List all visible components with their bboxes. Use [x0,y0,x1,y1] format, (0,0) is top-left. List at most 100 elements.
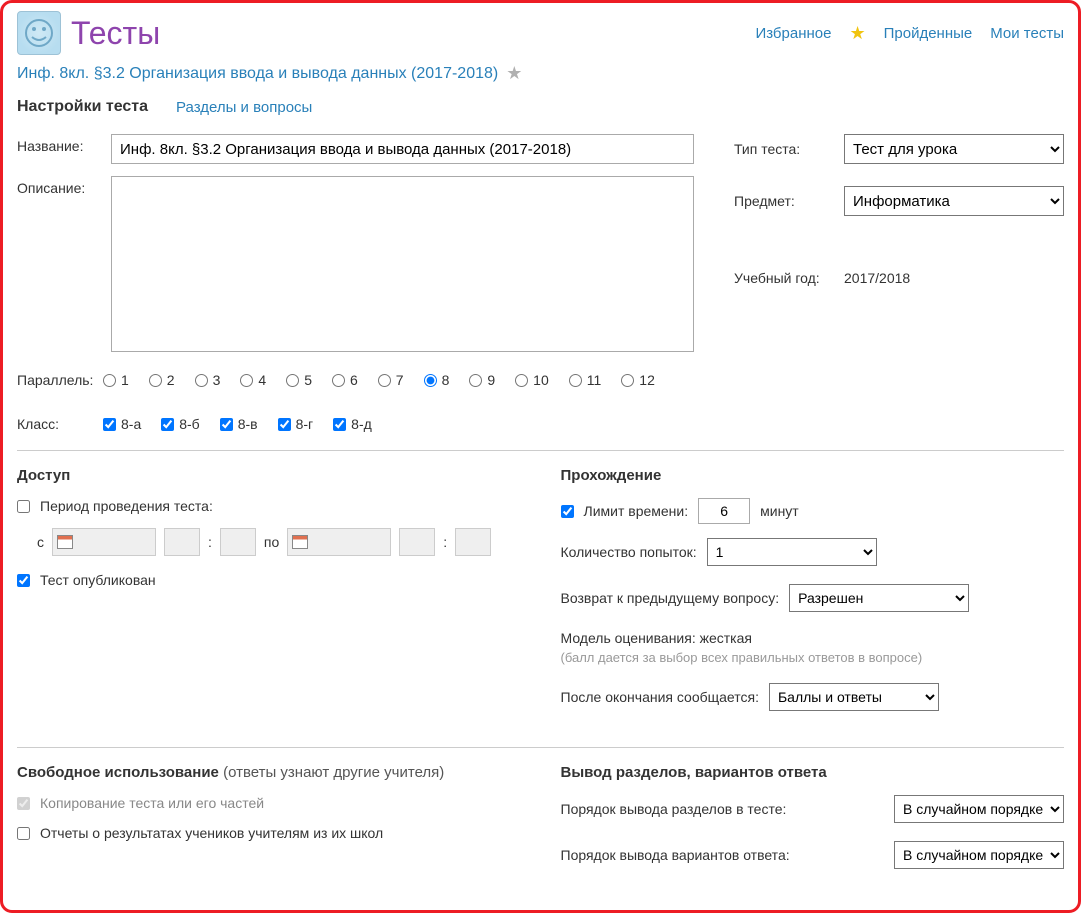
radio-parallel-input-9[interactable] [469,374,482,387]
radio-parallel-label: 8 [442,372,450,388]
calendar-icon [57,535,73,549]
label-class: Класс: [17,416,95,432]
radio-parallel-7[interactable]: 7 [378,372,404,388]
heading-passing: Прохождение [561,467,1065,484]
radio-parallel-label: 11 [587,372,602,388]
link-my-tests[interactable]: Мои тесты [990,25,1064,42]
radio-parallel-input-12[interactable] [621,374,634,387]
radio-parallel-2[interactable]: 2 [149,372,175,388]
checkbox-class-8-г[interactable]: 8-г [278,416,314,432]
label-published: Тест опубликован [40,572,156,588]
radio-parallel-input-4[interactable] [240,374,253,387]
radio-parallel-label: 4 [258,372,266,388]
radio-parallel-label: 3 [213,372,221,388]
checkbox-class-label: 8-д [351,416,372,432]
label-subject: Предмет: [734,193,832,209]
radio-parallel-label: 2 [167,372,175,388]
label-minutes: минут [760,503,799,519]
select-answers-order[interactable]: В случайном порядке [894,841,1064,869]
checkbox-class-label: 8-г [296,416,314,432]
label-grading-model: Модель оценивания: жесткая [561,630,1065,646]
logo-icon [17,11,61,55]
checkbox-copy [17,797,30,810]
select-subject[interactable]: Информатика [844,186,1064,216]
link-passed[interactable]: Пройденные [884,25,973,42]
input-time-from-m[interactable] [220,528,256,556]
radio-parallel-1[interactable]: 1 [103,372,129,388]
checkbox-published[interactable] [17,574,30,587]
tab-settings: Настройки теста [17,98,148,116]
radio-parallel-label: 10 [533,372,549,388]
select-sections-order[interactable]: В случайном порядке [894,795,1064,823]
input-time-to-m[interactable] [455,528,491,556]
checkbox-class-input-8-д[interactable] [333,418,346,431]
input-test-name[interactable] [111,134,694,164]
checkbox-class-input-8-в[interactable] [220,418,233,431]
radio-parallel-6[interactable]: 6 [332,372,358,388]
label-time-limit: Лимит времени: [584,503,689,519]
label-after-finish: После окончания сообщается: [561,689,759,705]
radio-parallel-9[interactable]: 9 [469,372,495,388]
checkbox-class-8-а[interactable]: 8-а [103,416,141,432]
label-back: Возврат к предыдущему вопросу: [561,590,780,606]
heading-access: Доступ [17,467,521,484]
checkbox-class-8-в[interactable]: 8-в [220,416,258,432]
select-back[interactable]: Разрешен [789,584,969,612]
radio-parallel-10[interactable]: 10 [515,372,549,388]
favorite-toggle-icon[interactable]: ★ [506,63,522,84]
checkbox-period[interactable] [17,500,30,513]
label-school-year: Учебный год: [734,270,832,286]
input-time-to-h[interactable] [399,528,435,556]
checkbox-class-8-д[interactable]: 8-д [333,416,372,432]
checkbox-class-input-8-г[interactable] [278,418,291,431]
radio-parallel-input-6[interactable] [332,374,345,387]
heading-free-use: Свободное использование (ответы узнают д… [17,764,521,781]
radio-parallel-input-8[interactable] [424,374,437,387]
label-copy: Копирование теста или его частей [40,795,264,811]
radio-parallel-4[interactable]: 4 [240,372,266,388]
checkbox-class-label: 8-а [121,416,141,432]
input-date-to[interactable] [287,528,391,556]
school-year-value: 2017/2018 [844,270,910,286]
heading-free-use-sub: (ответы узнают другие учителя) [223,764,444,781]
checkbox-time-limit[interactable] [561,505,574,518]
breadcrumb: Инф. 8кл. §3.2 Организация ввода и вывод… [17,63,1064,84]
label-sections-order: Порядок вывода разделов в тесте: [561,801,787,817]
checkbox-reports[interactable] [17,827,30,840]
radio-parallel-8[interactable]: 8 [424,372,450,388]
link-favorites[interactable]: Избранное [755,25,831,42]
radio-parallel-label: 12 [639,372,655,388]
radio-parallel-input-10[interactable] [515,374,528,387]
radio-parallel-label: 1 [121,372,129,388]
radio-parallel-input-2[interactable] [149,374,162,387]
input-time-limit[interactable] [698,498,750,524]
radio-parallel-input-1[interactable] [103,374,116,387]
checkbox-class-label: 8-б [179,416,199,432]
radio-parallel-label: 9 [487,372,495,388]
calendar-icon [292,535,308,549]
label-parallel: Параллель: [17,372,95,388]
checkbox-class-input-8-б[interactable] [161,418,174,431]
select-attempts[interactable]: 1 [707,538,877,566]
label-reports: Отчеты о результатах учеников учителям и… [40,825,383,841]
radio-parallel-12[interactable]: 12 [621,372,655,388]
input-description[interactable] [111,176,694,352]
radio-parallel-3[interactable]: 3 [195,372,221,388]
label-from: с [37,534,44,550]
checkbox-class-8-б[interactable]: 8-б [161,416,199,432]
breadcrumb-test-link[interactable]: Инф. 8кл. §3.2 Организация ввода и вывод… [17,65,498,83]
input-date-from[interactable] [52,528,156,556]
radio-parallel-5[interactable]: 5 [286,372,312,388]
checkbox-class-input-8-а[interactable] [103,418,116,431]
input-time-from-h[interactable] [164,528,200,556]
radio-parallel-input-3[interactable] [195,374,208,387]
radio-parallel-input-7[interactable] [378,374,391,387]
radio-parallel-input-11[interactable] [569,374,582,387]
radio-parallel-label: 5 [304,372,312,388]
radio-parallel-label: 6 [350,372,358,388]
radio-parallel-input-5[interactable] [286,374,299,387]
tab-sections[interactable]: Разделы и вопросы [176,99,312,116]
select-test-type[interactable]: Тест для урока [844,134,1064,164]
radio-parallel-11[interactable]: 11 [569,372,602,388]
select-after-finish[interactable]: Баллы и ответы [769,683,939,711]
